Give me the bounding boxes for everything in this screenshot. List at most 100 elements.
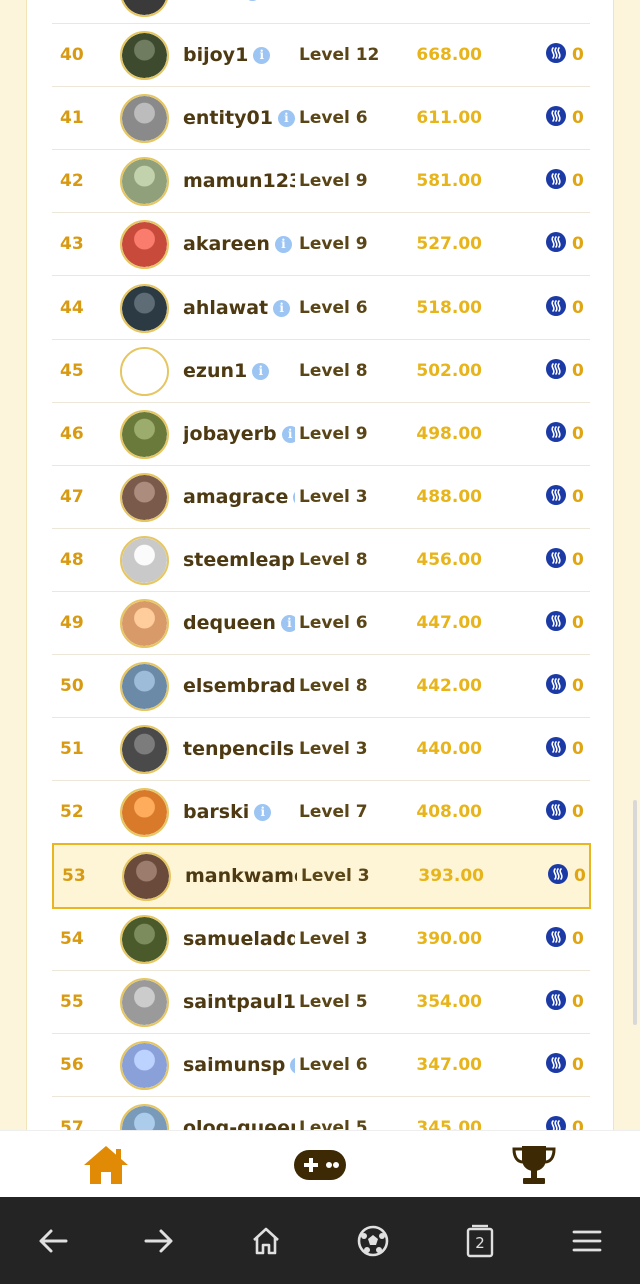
browser-tabs-button[interactable]: 2 bbox=[440, 1197, 520, 1284]
avatar[interactable] bbox=[120, 472, 169, 522]
player-score: 447.00 bbox=[416, 613, 482, 633]
username-link[interactable]: olog-queen bbox=[183, 1097, 295, 1130]
avatar[interactable] bbox=[120, 409, 169, 459]
rank-number: 52 bbox=[60, 802, 84, 823]
username-link[interactable]: steemleapi bbox=[183, 529, 295, 592]
avatar[interactable] bbox=[120, 94, 169, 144]
reward-amount: 0 bbox=[572, 549, 584, 570]
leaderboard-row[interactable]: 51 tenpencilsiLevel 3 440.00 0 bbox=[52, 718, 590, 782]
username-link[interactable]: entity01 i bbox=[183, 87, 295, 150]
leaderboard-row[interactable]: 48 steemleapiLevel 8 456.00 0 bbox=[52, 529, 590, 592]
avatar[interactable] bbox=[120, 283, 169, 333]
username-link[interactable]: samueladd bbox=[183, 908, 295, 971]
username-text: bijoy1 bbox=[183, 44, 249, 67]
reward-amount: 0 bbox=[574, 866, 586, 887]
username-link[interactable]: ezun1 i bbox=[183, 340, 295, 403]
leaderboard-row[interactable]: 52 barski i Level 7 408.00 0 bbox=[52, 781, 590, 845]
leaderboard-row[interactable]: 40 bijoy1 i Level 12 668.00 0 bbox=[52, 24, 590, 88]
leaderboard-row[interactable]: 43 akareen i Level 9 527.00 0 bbox=[52, 213, 590, 277]
leaderboard-row[interactable]: 50 elsembradc Level 8 442.00 0 bbox=[52, 655, 590, 719]
scrollbar-thumb[interactable] bbox=[633, 800, 637, 1025]
reward-amount: 0 bbox=[572, 991, 584, 1012]
browser-forward-button[interactable] bbox=[119, 1197, 199, 1284]
username-link[interactable]: barski i bbox=[183, 781, 295, 844]
info-icon[interactable]: i bbox=[293, 488, 295, 506]
avatar[interactable] bbox=[120, 535, 169, 585]
avatar[interactable] bbox=[120, 220, 169, 270]
browser-home-button[interactable] bbox=[226, 1197, 306, 1284]
reward-amount: 0 bbox=[572, 108, 584, 129]
info-icon[interactable]: i bbox=[274, 236, 292, 254]
avatar[interactable] bbox=[120, 157, 169, 207]
avatar[interactable] bbox=[120, 1040, 169, 1090]
leaderboard-row[interactable]: 49 dequeen i Level 6 447.00 0 bbox=[52, 592, 590, 655]
avatar[interactable] bbox=[120, 1103, 169, 1130]
username-link[interactable]: b-ulfi i bbox=[183, 0, 295, 24]
username-link[interactable]: jobayerb i bbox=[183, 403, 295, 466]
info-icon[interactable]: i bbox=[243, 0, 261, 1]
steem-icon bbox=[546, 169, 566, 190]
info-icon[interactable]: i bbox=[281, 425, 295, 443]
username-link[interactable]: mamun123 bbox=[183, 150, 295, 213]
browser-extension-button[interactable] bbox=[333, 1197, 413, 1284]
leaderboard-row[interactable]: 54 samueladd Level 3 390.00 0 bbox=[52, 908, 590, 971]
username-text: saimunsp bbox=[183, 1053, 286, 1076]
leaderboard-row[interactable]: 47 amagraceiLevel 3 488.00 0 bbox=[52, 466, 590, 529]
avatar[interactable] bbox=[122, 852, 171, 902]
avatar[interactable] bbox=[120, 31, 169, 81]
info-icon[interactable]: i bbox=[273, 299, 291, 317]
leaderboard-row[interactable]: 56 saimunspiLevel 6 347.00 0 bbox=[52, 1034, 590, 1097]
avatar-image bbox=[122, 33, 167, 79]
avatar[interactable] bbox=[120, 599, 169, 648]
avatar[interactable] bbox=[120, 346, 169, 396]
steem-icon bbox=[546, 674, 566, 695]
leaderboard-row[interactable]: 39 b-ulfi i Level 6 6.00 0 bbox=[52, 0, 590, 24]
avatar[interactable] bbox=[120, 788, 169, 838]
info-icon[interactable]: i bbox=[254, 804, 272, 822]
avatar[interactable] bbox=[120, 0, 169, 17]
username-link[interactable]: mankwame bbox=[185, 845, 297, 908]
username-link[interactable]: saimunspi bbox=[183, 1034, 295, 1097]
info-icon[interactable]: i bbox=[290, 1056, 295, 1074]
player-score: 440.00 bbox=[416, 739, 482, 760]
browser-menu-button[interactable] bbox=[547, 1197, 627, 1284]
steem-icon bbox=[546, 232, 566, 253]
info-icon[interactable]: i bbox=[253, 47, 271, 65]
steem-icon bbox=[546, 484, 566, 505]
leaderboard-row[interactable]: 45 ezun1 i Level 8 502.00 0 bbox=[52, 340, 590, 403]
steem-reward: 0 bbox=[546, 908, 584, 971]
rank-number: 46 bbox=[60, 423, 84, 444]
avatar[interactable] bbox=[120, 914, 169, 964]
nav-home-button[interactable] bbox=[46, 1131, 166, 1198]
nav-leaderboard-button[interactable] bbox=[474, 1131, 594, 1198]
rank-number: 44 bbox=[60, 297, 84, 318]
leaderboard-row[interactable]: 57 olog-queen Level 5 345.00 0 bbox=[52, 1097, 590, 1130]
leaderboard-row-current-user[interactable]: 53 mankwame Level 3 393.00 0 bbox=[52, 843, 591, 910]
leaderboard-row[interactable]: 55 saintpaul17Level 5 354.00 0 bbox=[52, 971, 590, 1034]
player-level: Level 3 bbox=[301, 866, 370, 887]
leaderboard-row[interactable]: 41 entity01 i Level 6 611.00 0 bbox=[52, 87, 590, 151]
username-link[interactable]: ahlawat i bbox=[183, 277, 295, 340]
leaderboard-row[interactable]: 44 ahlawat i Level 6 518.00 0 bbox=[52, 277, 590, 340]
username-link[interactable]: tenpencilsi bbox=[183, 718, 295, 781]
username-link[interactable]: amagracei bbox=[183, 466, 295, 529]
rank-number: 51 bbox=[60, 739, 84, 760]
avatar[interactable] bbox=[120, 662, 169, 712]
username-link[interactable]: akareen i bbox=[183, 213, 295, 276]
nav-games-button[interactable] bbox=[260, 1131, 380, 1198]
browser-back-button[interactable] bbox=[13, 1197, 93, 1284]
username-link[interactable]: dequeen i bbox=[183, 592, 295, 655]
avatar[interactable] bbox=[120, 977, 169, 1027]
rank-number: 48 bbox=[60, 549, 84, 570]
reward-amount: 0 bbox=[572, 0, 584, 2]
username-link[interactable]: elsembradc bbox=[183, 655, 295, 718]
player-score: 581.00 bbox=[416, 171, 482, 192]
username-link[interactable]: saintpaul17 bbox=[183, 971, 295, 1034]
info-icon[interactable]: i bbox=[277, 110, 295, 128]
leaderboard-row[interactable]: 46 jobayerb i Level 9 498.00 0 bbox=[52, 403, 590, 466]
info-icon[interactable]: i bbox=[280, 615, 295, 632]
username-link[interactable]: bijoy1 i bbox=[183, 24, 295, 87]
avatar[interactable] bbox=[120, 725, 169, 775]
leaderboard-row[interactable]: 42 mamun123 Level 9 581.00 0 bbox=[52, 150, 590, 214]
info-icon[interactable]: i bbox=[252, 362, 270, 380]
